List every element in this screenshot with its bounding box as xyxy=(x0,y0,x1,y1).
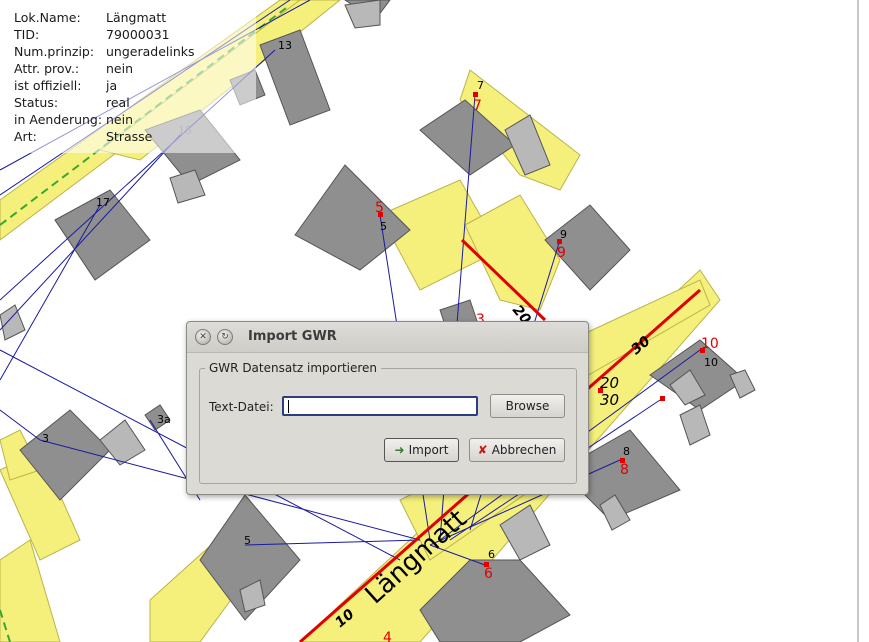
import-arrow-icon: ➜ xyxy=(394,443,405,457)
house-number-13: 13 xyxy=(278,39,292,52)
red-number-10: 10 xyxy=(701,336,719,352)
house-number-17: 17 xyxy=(96,196,110,209)
red-number-7: 7 xyxy=(473,98,482,114)
house-number-5b: 5 xyxy=(244,534,251,547)
text-file-label: Text-Datei: xyxy=(209,400,274,414)
import-button[interactable]: ➜ Import xyxy=(384,438,459,462)
import-groupbox xyxy=(199,368,577,484)
house-number-9: 9 xyxy=(560,228,567,241)
red-number-5: 5 xyxy=(375,200,384,216)
map-edge xyxy=(857,0,859,642)
house-number-7: 7 xyxy=(477,79,484,92)
dialog-titlebar[interactable]: ✕ ↻ Import GWR xyxy=(187,322,588,353)
import-gwr-dialog: ✕ ↻ Import GWR GWR Datensatz importieren… xyxy=(186,321,589,495)
dialog-title: Import GWR xyxy=(248,329,337,344)
browse-button[interactable]: Browse xyxy=(490,394,565,418)
cancel-button[interactable]: ✘ Abbrechen xyxy=(469,438,565,462)
restore-icon[interactable]: ↻ xyxy=(217,329,233,345)
speed-label-30b: 30 xyxy=(600,391,619,409)
red-number-4: 4 xyxy=(383,630,392,642)
groupbox-title: GWR Datensatz importieren xyxy=(205,361,382,375)
house-number-6: 6 xyxy=(488,548,495,561)
red-number-9: 9 xyxy=(557,245,566,261)
red-number-8: 8 xyxy=(620,462,629,478)
house-number-10: 10 xyxy=(704,356,718,369)
house-number-3: 3 xyxy=(42,432,49,445)
feature-info-panel: Lok.Name: Längmatt TID: 79000031 Num.prinz… xyxy=(8,8,256,153)
cross-icon: ✘ xyxy=(477,443,488,457)
house-number-8: 8 xyxy=(623,445,630,458)
red-number-6: 6 xyxy=(484,566,493,582)
speed-label-20b: 20 xyxy=(600,374,619,392)
close-icon[interactable]: ✕ xyxy=(195,329,211,345)
house-number-3a: 3a xyxy=(157,413,171,426)
house-number-5: 5 xyxy=(380,220,387,233)
text-file-input[interactable] xyxy=(282,396,478,416)
text-caret xyxy=(288,400,289,413)
